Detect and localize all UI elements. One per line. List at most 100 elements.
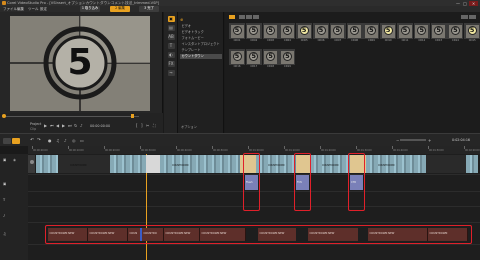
zoom-slider[interactable] [400, 139, 426, 141]
maximize-button[interactable]: □ [462, 1, 468, 6]
end-icon[interactable]: ⏭ [68, 124, 72, 128]
scrub-track[interactable] [3, 115, 139, 117]
library-thumbnail[interactable]: 5 CD09 [363, 23, 380, 42]
graphic-icon[interactable]: ◐ [167, 52, 175, 58]
nav-item[interactable]: フォトムービー [180, 36, 222, 41]
view-icon[interactable] [469, 15, 476, 19]
options-button[interactable]: オプション [181, 124, 197, 129]
audio-clip[interactable]: COUNTDOWN NEW [164, 228, 200, 241]
next-frame-icon[interactable]: ▶ [62, 124, 65, 128]
playhead-reset-icon[interactable] [28, 155, 35, 173]
library-thumbnail[interactable]: 5 CD19 [279, 49, 296, 68]
auto-music-icon[interactable]: ♪ [64, 138, 67, 143]
zoom-in-icon[interactable]: + [428, 138, 431, 143]
step-capture-tab[interactable]: 1 取り込み [80, 6, 100, 12]
close-button[interactable]: ✕ [469, 0, 478, 6]
media-icon[interactable]: ▣ [167, 16, 175, 22]
library-thumbnail[interactable]: 5 CD13 [430, 23, 447, 42]
undo-icon[interactable]: ↶ [30, 138, 34, 143]
audio-clip[interactable]: COUNTDOWN [428, 228, 468, 241]
audio-filter-icon[interactable] [253, 15, 259, 19]
video-clip[interactable] [366, 155, 426, 173]
video-clip[interactable] [350, 155, 366, 173]
title-icon[interactable]: T [167, 43, 175, 49]
track-visibility-icon[interactable]: ◉ [13, 158, 16, 162]
video-clip[interactable] [466, 155, 478, 173]
enlarge-icon[interactable]: ⛶ [153, 124, 156, 128]
video-clip[interactable] [296, 155, 310, 173]
mark-out-icon[interactable]: ] [141, 124, 143, 128]
folder-icon[interactable] [229, 15, 235, 19]
library-thumbnail[interactable]: 5 CD10 [380, 23, 397, 42]
video-preview[interactable]: 5 [10, 16, 150, 111]
path-icon[interactable]: ⤳ [167, 70, 175, 76]
trim-marker-end[interactable] [131, 114, 134, 119]
redo-icon[interactable]: ↷ [37, 138, 41, 143]
library-thumbnail[interactable]: 5 CD07 [329, 23, 346, 42]
home-icon[interactable]: ⏮ [50, 124, 54, 128]
audio-clip[interactable]: COUNTDOWN NEW [88, 228, 128, 241]
video-filter-icon[interactable] [239, 15, 245, 19]
library-thumbnail[interactable]: 5 CD04 [279, 23, 296, 42]
step-edit-tab[interactable]: 2 編集 [110, 6, 130, 12]
overlay-track-icon[interactable]: ▣ [3, 182, 6, 186]
record-icon[interactable]: ● [48, 138, 52, 143]
filter-icon[interactable]: FX [167, 61, 175, 67]
audio-clip[interactable]: COUNTDOWN NEW [48, 228, 88, 241]
volume-icon[interactable]: ♪ [80, 124, 83, 128]
audio-clip[interactable]: COUNTDOWN NEW [368, 228, 428, 241]
nav-item-countdown[interactable]: カウントダウン [180, 54, 222, 59]
timeline-ruler[interactable]: 00:00:00:00 00:00:10:00 00:00:20:00 00:00:3… [28, 146, 480, 154]
photo-filter-icon[interactable] [246, 15, 252, 19]
voice-track-icon[interactable]: ♪ [3, 214, 5, 218]
library-thumbnail[interactable]: 5 CD01 [229, 23, 245, 42]
title-track-icon[interactable]: T [3, 198, 5, 202]
add-folder-icon[interactable]: ⊕ [180, 17, 183, 22]
library-thumbnail[interactable]: 5 CD06 [313, 23, 329, 42]
music-track-icon[interactable]: ♫ [3, 232, 6, 236]
nav-item[interactable]: ビデオ [180, 24, 222, 29]
library-thumbnail[interactable]: 5 CD08 [346, 23, 363, 42]
overlay-clip[interactable]: Flash [245, 175, 258, 190]
clip-mode-label[interactable]: Clip [30, 127, 36, 131]
play-icon[interactable]: ▶ [44, 124, 47, 128]
nav-item[interactable]: インスタントプロジェクト [180, 42, 222, 47]
minimize-button[interactable]: — [455, 1, 461, 6]
audio-mixer-icon[interactable]: ♫ [56, 138, 60, 143]
video-clip[interactable] [426, 155, 466, 173]
instant-project-icon[interactable]: ▤ [167, 25, 175, 31]
scrub-handle[interactable] [2, 114, 6, 119]
timecode-display[interactable]: 00:00:00:00 [90, 124, 110, 128]
video-clip[interactable] [110, 155, 146, 173]
video-clip[interactable] [146, 155, 160, 173]
video-track-icon[interactable]: ▣ [3, 158, 6, 162]
library-thumbnail[interactable]: 5 CD05 [296, 23, 313, 42]
project-mode-label[interactable]: Project [30, 122, 41, 126]
library-thumbnail[interactable]: 5 CD18 [262, 49, 279, 68]
library-thumbnail[interactable]: 5 CD15 [464, 23, 480, 42]
library-thumbnail[interactable]: 5 CD02 [245, 23, 262, 42]
library-thumbnail[interactable]: 5 CD17 [245, 49, 262, 68]
nav-item[interactable]: ビデオトラック [180, 30, 222, 35]
library-thumbnail[interactable]: 5 CD03 [262, 23, 279, 42]
step-share-tab[interactable]: 3 完了 [139, 6, 159, 12]
overlay-clip[interactable]: FOV [296, 175, 309, 190]
transition-icon[interactable]: AB [167, 34, 175, 40]
library-thumbnail[interactable]: 5 CD16 [229, 49, 245, 68]
prev-frame-icon[interactable]: ◀ [56, 124, 59, 128]
video-clip[interactable] [36, 155, 58, 173]
overlay-clip[interactable]: CTR [350, 175, 363, 190]
library-thumbnail[interactable]: 5 CD14 [447, 23, 464, 42]
library-thumbnail[interactable]: 5 CD12 [413, 23, 430, 42]
sort-icon[interactable] [461, 15, 468, 19]
split-icon[interactable]: ✂ [146, 124, 149, 128]
repeat-icon[interactable]: ↻ [74, 124, 77, 128]
timeline-view-icon[interactable] [12, 137, 20, 144]
audio-clip[interactable]: COUNTDO [142, 228, 164, 241]
library-thumbnail[interactable]: 5 CD11 [397, 23, 413, 42]
subtitle-icon[interactable]: ▭ [80, 138, 84, 143]
zoom-out-icon[interactable]: − [396, 138, 399, 143]
mark-in-icon[interactable]: [ [136, 124, 138, 128]
motion-track-icon[interactable]: ◎ [72, 138, 76, 143]
video-clip[interactable] [240, 155, 256, 173]
